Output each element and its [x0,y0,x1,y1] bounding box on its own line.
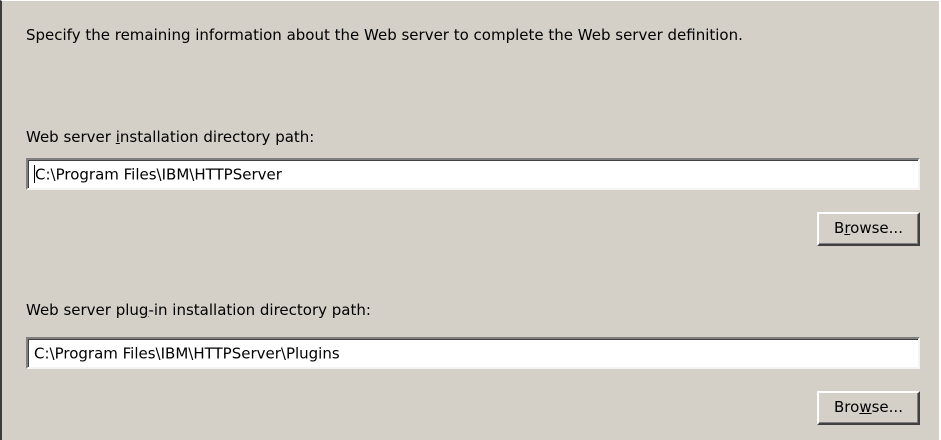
plugin-dir-label-post: -in installation directory path: [148,301,371,319]
plugin-dir-label: Web server plug-in installation director… [26,300,371,320]
plugin-dir-browse-button[interactable]: Browse... [817,391,920,425]
install-dir-input[interactable]: C:\Program Files\IBM\HTTPServer [26,158,920,190]
install-dir-browse-post: owse... [850,219,903,237]
install-dir-label-pre: Web server [26,128,116,146]
install-dir-label: Web server installation directory path: [26,127,314,147]
install-dir-label-post: nstallation directory path: [119,128,315,146]
plugin-dir-browse-pre: Bro [834,398,860,416]
install-dir-value: C:\Program Files\IBM\HTTPServer [35,165,282,184]
install-dir-browse-pre: B [834,219,845,237]
plugin-dir-input[interactable]: C:\Program Files\IBM\HTTPServer\Plugins [26,337,920,369]
plugin-dir-label-pre: Web server plu [26,301,139,319]
plugin-dir-browse-mnemonic: w [859,398,872,416]
install-dir-browse-button[interactable]: Browse... [817,212,920,246]
plugin-dir-value: C:\Program Files\IBM\HTTPServer\Plugins [34,344,340,363]
instructions-text: Specify the remaining information about … [26,26,743,44]
plugin-dir-browse-post: se... [871,398,903,416]
web-server-definition-panel: Specify the remaining information about … [0,0,941,440]
text-cursor [34,164,35,183]
